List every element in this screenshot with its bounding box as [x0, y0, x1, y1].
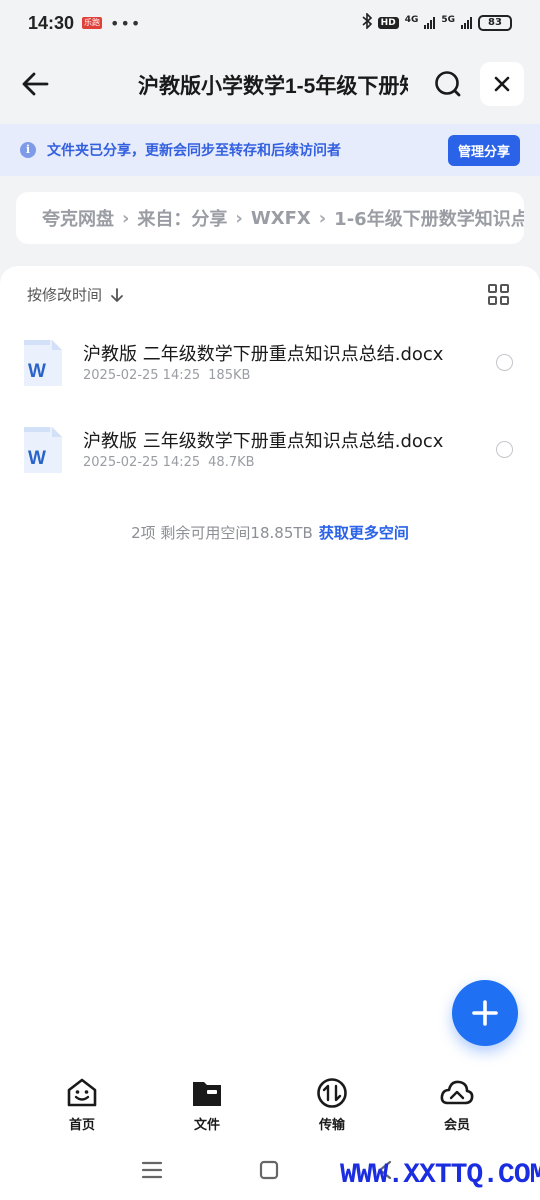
file-list-panel: 按修改时间 W 沪教版 二年级数学下册重点知识点总结.docx 2025-02-… [0, 266, 540, 1200]
file-size: 48.7KB [208, 455, 255, 470]
file-meta: 2025-02-25 14:25 48.7KB [83, 455, 263, 470]
notification-badge: 乐跑 [82, 17, 103, 29]
svg-text:W: W [28, 361, 46, 382]
bluetooth-icon [362, 12, 372, 33]
svg-text:W: W [28, 448, 46, 469]
title-bar: 沪教版小学数学1-5年级下册知识点总结 [0, 52, 540, 116]
file-size: 185KB [208, 368, 251, 383]
file-meta: 2025-02-25 14:25 185KB [83, 368, 258, 383]
signal-strength-icon [424, 17, 436, 29]
plus-icon [472, 1000, 498, 1026]
status-bar: 14:30 乐跑 ••• HD 4G 5G 83 [0, 0, 540, 46]
breadcrumb-item-current[interactable]: 1-6年级下册数学知识点 [334, 205, 524, 231]
more-notifications-icon: ••• [110, 13, 142, 33]
nav-item-member[interactable]: 会员 [417, 1072, 497, 1133]
arrow-left-icon [22, 72, 49, 96]
cloud-member-icon [440, 1080, 474, 1105]
back-button[interactable] [18, 66, 54, 102]
storage-summary-text: 2项 剩余可用空间18.85TB [131, 524, 313, 542]
search-icon [435, 71, 461, 97]
file-name: 沪教版 三年级数学下册重点知识点总结.docx [83, 431, 444, 452]
network-4g-label: 4G [404, 15, 419, 25]
battery-icon: 83 [478, 15, 512, 31]
close-button[interactable] [480, 62, 524, 106]
file-select-checkbox[interactable] [496, 354, 513, 371]
breadcrumb-item-wxfx[interactable]: WXFX [251, 208, 311, 229]
folder-icon [193, 1082, 221, 1106]
search-button[interactable] [430, 66, 466, 102]
nav-label-files: 文件 [193, 1118, 220, 1133]
file-name: 沪教版 二年级数学下册重点知识点总结.docx [83, 344, 444, 365]
nav-item-home[interactable]: 首页 [42, 1072, 122, 1133]
page-title: 沪教版小学数学1-5年级下册知识点总结 [138, 75, 408, 98]
close-icon [494, 76, 510, 92]
bottom-nav: 首页 文件 传输 会员 [0, 1072, 540, 1142]
file-date: 2025-02-25 14:25 [83, 455, 201, 470]
square-icon [259, 1160, 279, 1180]
nav-label-home: 首页 [68, 1118, 95, 1133]
recent-apps-button[interactable] [140, 1158, 164, 1182]
word-document-icon: W [24, 340, 62, 386]
nav-label-member: 会员 [443, 1118, 470, 1133]
signal-strength-icon-2 [461, 17, 472, 29]
grid-view-icon[interactable] [488, 284, 510, 306]
transfer-icon [317, 1078, 347, 1108]
file-row[interactable]: W 沪教版 二年级数学下册重点知识点总结.docx 2025-02-25 14:… [0, 324, 540, 406]
file-select-checkbox[interactable] [496, 441, 513, 458]
share-notice-banner: i 文件夹已分享，更新会同步至转存和后续访问者 管理分享 [0, 124, 540, 176]
sort-control[interactable]: 按修改时间 [27, 284, 124, 305]
hd-voice-icon: HD [377, 17, 399, 29]
add-button[interactable] [452, 980, 518, 1046]
breadcrumb-item-shared[interactable]: 来自：分享 [137, 205, 227, 231]
breadcrumb-separator: › [122, 207, 130, 229]
manage-share-button[interactable]: 管理分享 [447, 134, 520, 166]
file-row[interactable]: W 沪教版 三年级数学下册重点知识点总结.docx 2025-02-25 14:… [0, 411, 540, 493]
home-button[interactable] [257, 1158, 281, 1182]
arrow-down-icon [111, 287, 123, 302]
nav-item-transfer[interactable]: 传输 [292, 1072, 372, 1133]
word-document-icon: W [24, 427, 62, 473]
breadcrumb: 夸克网盘 › 来自：分享 › WXFX › 1-6年级下册数学知识点 [16, 192, 524, 244]
nav-item-files[interactable]: 文件 [167, 1072, 247, 1133]
get-more-space-link[interactable]: 获取更多空间 [319, 524, 409, 542]
breadcrumb-separator: › [318, 207, 327, 229]
breadcrumb-separator: › [235, 207, 243, 229]
share-notice-text: 文件夹已分享，更新会同步至转存和后续访问者 [47, 143, 341, 159]
info-icon: i [20, 142, 36, 158]
file-date: 2025-02-25 14:25 [83, 368, 201, 383]
watermark: WWW.XXTTQ.COM [340, 1160, 540, 1191]
storage-summary: 2项 剩余可用空间18.85TB 获取更多空间 [0, 522, 540, 543]
network-5g-label: 5G [441, 15, 455, 25]
status-time: 14:30 [28, 12, 75, 33]
nav-label-transfer: 传输 [318, 1118, 345, 1133]
menu-icon [141, 1161, 163, 1179]
breadcrumb-item-root[interactable]: 夸克网盘 [42, 205, 114, 231]
sort-label: 按修改时间 [27, 286, 103, 304]
home-face-icon [67, 1078, 97, 1107]
